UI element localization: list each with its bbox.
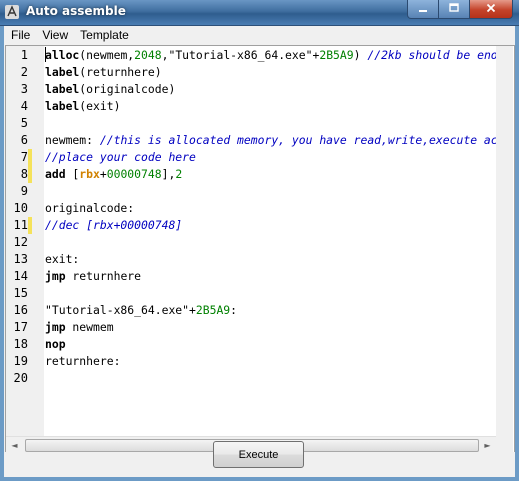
scroll-left-icon[interactable]: ◄ (6, 437, 23, 452)
code-comment: //this is allocated memory, you have rea… (99, 133, 496, 147)
code-text: ], (161, 167, 176, 181)
line-number: 16 (13, 303, 28, 317)
line-number: 3 (20, 82, 28, 96)
code-line: exit: (45, 251, 79, 268)
code-editor[interactable]: 1 2 3 4 5 6 7 8 9 10 11 12 13 14 15 16 17 18 19 20 alloc(ne… (5, 45, 515, 453)
line-number: 5 (20, 116, 28, 130)
code-text: originalcode: (45, 201, 135, 215)
changed-line-marker (28, 149, 32, 166)
code-number: 2048 (134, 48, 162, 62)
code-line: label(returnhere) (45, 64, 162, 81)
code-keyword: nop (45, 337, 66, 351)
code-line: originalcode: (45, 200, 134, 217)
code-text: ,"Tutorial-x86_64.exe"+ (161, 48, 320, 62)
line-number: 10 (13, 201, 28, 215)
auto-assemble-window: Auto assemble File View Template 1 2 3 4… (0, 0, 519, 481)
code-line: returnhere: (45, 353, 120, 370)
code-line: nop (45, 336, 66, 353)
code-number: 2 (175, 167, 183, 181)
changed-line-marker (28, 217, 32, 234)
code-text: (exit) (79, 99, 121, 113)
menu-file[interactable]: File (4, 26, 36, 44)
code-register: rbx (79, 167, 100, 181)
line-number: 11 (13, 218, 28, 232)
code-text: (newmem, (79, 48, 135, 62)
code-text: + (99, 167, 107, 181)
code-number: 2B5A9 (195, 303, 231, 317)
code-text: returnhere: (45, 354, 121, 368)
minimize-button[interactable] (407, 0, 439, 19)
code-line: jmp newmem (45, 319, 114, 336)
vertical-scrollbar[interactable] (496, 46, 513, 436)
line-number: 20 (13, 371, 28, 385)
code-keyword: jmp (45, 320, 66, 334)
line-number: 9 (20, 184, 28, 198)
line-number: 12 (13, 235, 28, 249)
code-keyword: alloc (45, 48, 80, 62)
minimize-icon (418, 3, 428, 15)
scrollbar-corner (496, 436, 513, 452)
code-text: [ (65, 167, 80, 181)
line-number: 13 (13, 252, 28, 266)
execute-button[interactable]: Execute (213, 441, 304, 468)
code-keyword: jmp (45, 269, 66, 283)
caption-buttons (407, 0, 513, 19)
line-number: 7 (20, 150, 28, 164)
title-bar[interactable]: Auto assemble (0, 0, 519, 26)
code-line: //dec [rbx+00000748] (45, 217, 182, 234)
code-keyword: label (45, 82, 80, 96)
code-text-area[interactable]: alloc(newmem,2048,"Tutorial-x86_64.exe"+… (44, 46, 496, 436)
line-number: 1 (20, 48, 28, 62)
code-text: "Tutorial-x86_64.exe"+ (45, 303, 196, 317)
code-line: jmp returnhere (45, 268, 141, 285)
code-text: (returnhere) (79, 65, 162, 79)
code-keyword: add (45, 167, 66, 181)
line-number: 17 (13, 320, 28, 334)
code-text: (originalcode) (79, 82, 176, 96)
code-line: add [rbx+00000748],2 (45, 166, 182, 183)
maximize-button[interactable] (439, 0, 470, 19)
scroll-right-icon[interactable]: ► (479, 437, 496, 452)
line-number: 15 (13, 286, 28, 300)
code-line: label(exit) (45, 98, 120, 115)
line-number: 14 (13, 269, 28, 283)
code-line: label(originalcode) (45, 81, 175, 98)
menu-view[interactable]: View (36, 26, 74, 44)
code-number: 2B5A9 (319, 48, 354, 62)
code-keyword: label (45, 65, 80, 79)
client-area: File View Template 1 2 3 4 5 6 7 8 9 10 11 12 13 14 15… (4, 26, 515, 477)
menu-bar: File View Template (4, 26, 515, 44)
code-comment: //place your code here (45, 150, 196, 164)
line-number-gutter: 1 2 3 4 5 6 7 8 9 10 11 12 13 14 15 16 17 18 19 20 (6, 46, 44, 436)
code-text: ) (353, 48, 368, 62)
window-title: Auto assemble (26, 4, 126, 18)
code-line: //place your code here (45, 149, 196, 166)
line-number: 2 (20, 65, 28, 79)
line-number: 4 (20, 99, 28, 113)
code-number: 00000748 (106, 167, 162, 181)
code-comment: //dec [rbx+00000748] (45, 218, 183, 232)
line-number: 8 (20, 167, 28, 181)
maximize-icon (449, 3, 459, 15)
code-line: newmem: //this is allocated memory, you … (45, 132, 496, 149)
menu-template[interactable]: Template (74, 26, 135, 44)
close-icon (486, 3, 496, 15)
cheat-engine-icon (5, 5, 19, 19)
code-text: returnhere (65, 269, 142, 283)
changed-line-marker (28, 166, 32, 183)
code-text: newmem: (45, 133, 100, 147)
line-number: 18 (13, 337, 28, 351)
line-number: 19 (13, 354, 28, 368)
code-keyword: label (45, 99, 80, 113)
code-line: "Tutorial-x86_64.exe"+2B5A9: (45, 302, 237, 319)
line-number: 6 (20, 133, 28, 147)
code-comment: //2kb should be enough (367, 48, 496, 62)
close-button[interactable] (470, 0, 513, 19)
code-text: newmem (65, 320, 114, 334)
code-text: exit: (45, 252, 80, 266)
code-line: alloc(newmem,2048,"Tutorial-x86_64.exe"+… (45, 47, 496, 64)
code-text: : (230, 303, 238, 317)
